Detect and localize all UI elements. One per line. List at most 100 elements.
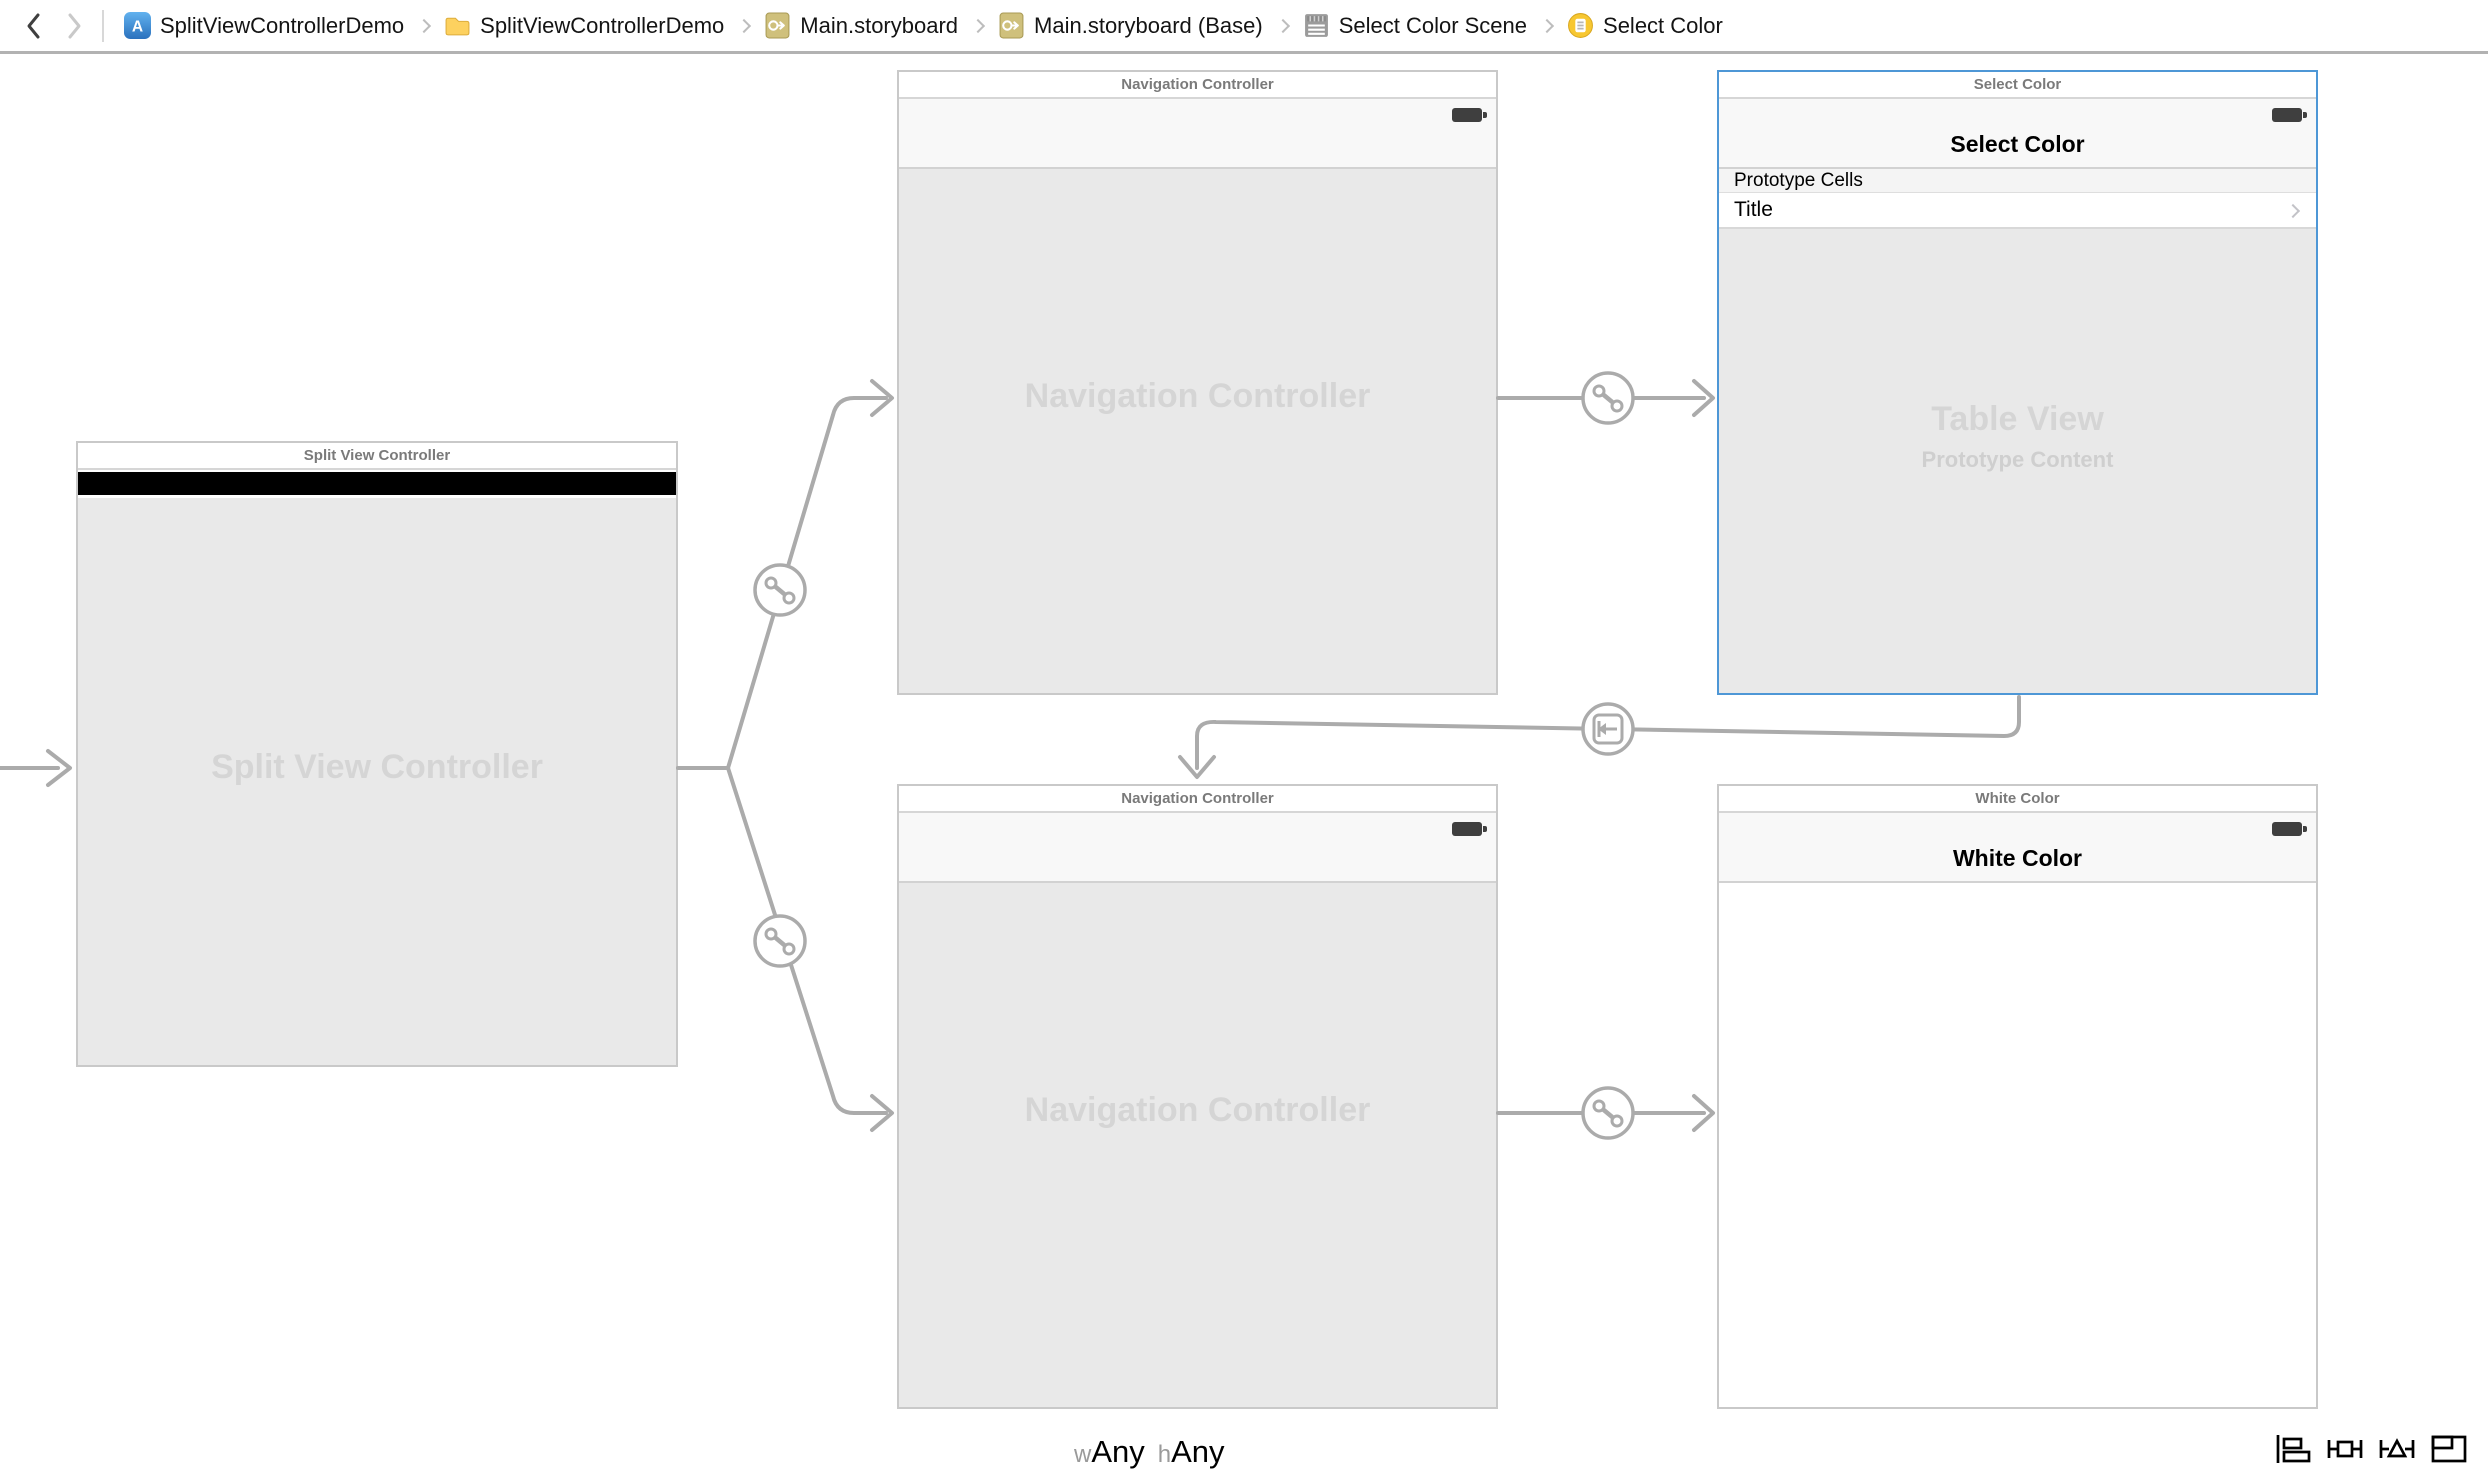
- scene-title: Split View Controller: [304, 447, 450, 464]
- scene-title: White Color: [1975, 790, 2059, 807]
- split-view-watermark: Split View Controller: [211, 748, 543, 787]
- storyboard-file-icon: [998, 12, 1025, 39]
- table-view-watermark-subtitle: Prototype Content: [1922, 447, 2114, 473]
- arrowhead-icon: [1694, 1096, 1713, 1130]
- cell-label: Title: [1734, 198, 1773, 221]
- table-view-canvas[interactable]: Select Color Prototype Cells Title Table…: [1719, 99, 2316, 693]
- nav-controller-watermark: Navigation Controller: [1025, 1091, 1371, 1130]
- scene-title: Select Color: [1974, 76, 2062, 93]
- relationship-segue-badge[interactable]: [1583, 373, 1633, 423]
- scene-icon: [1303, 12, 1330, 39]
- replace-segue-badge[interactable]: [1583, 704, 1633, 754]
- arrowhead-icon: [1694, 381, 1713, 415]
- prototype-cell-title[interactable]: Title: [1719, 193, 2316, 229]
- relationship-segue-badge[interactable]: [755, 565, 805, 615]
- nav-bar-title: Select Color: [1719, 131, 2316, 158]
- breadcrumb-label: SplitViewControllerDemo: [160, 13, 404, 39]
- height-class-key: h: [1158, 1441, 1171, 1469]
- relationship-segue-badge[interactable]: [755, 916, 805, 966]
- scene-title-bar[interactable]: Split View Controller: [78, 443, 676, 470]
- arrowhead-icon: [872, 381, 892, 415]
- segue-split-to-top-nav[interactable]: [678, 398, 886, 768]
- nav-controller-watermark: Navigation Controller: [1025, 377, 1371, 416]
- scene-navigation-controller-bottom[interactable]: Navigation Controller Navigation Control…: [897, 784, 1498, 1409]
- breadcrumb-label: Select Color: [1603, 13, 1723, 39]
- scene-select-color[interactable]: Select Color Select Color Prototype Cell…: [1717, 70, 2318, 695]
- align-button[interactable]: [2272, 1430, 2314, 1468]
- split-view-black-bar: [78, 472, 676, 495]
- navigation-bar: White Color: [1719, 813, 2316, 883]
- breadcrumb-item-storyboard-base[interactable]: Main.storyboard (Base): [998, 12, 1263, 39]
- relationship-segue-badge[interactable]: [1583, 1088, 1633, 1138]
- breadcrumb: A SplitViewControllerDemo SplitViewContr…: [124, 12, 1723, 39]
- scene-title-bar[interactable]: Navigation Controller: [899, 786, 1496, 813]
- resizing-behavior-icon: [2430, 1432, 2468, 1466]
- navigation-bar: Select Color: [1719, 99, 2316, 169]
- view-controller-icon: [1567, 12, 1594, 39]
- breadcrumb-separator-icon: [971, 18, 985, 32]
- scene-title-bar[interactable]: Select Color: [1719, 72, 2316, 99]
- breadcrumb-label: Select Color Scene: [1339, 13, 1527, 39]
- nav-bar-title: White Color: [1719, 845, 2316, 872]
- back-button[interactable]: [14, 6, 54, 46]
- scene-split-view-controller[interactable]: Split View Controller Split View Control…: [76, 441, 678, 1067]
- breadcrumb-label: Main.storyboard (Base): [1034, 13, 1263, 39]
- split-view-canvas[interactable]: Split View Controller: [78, 470, 676, 1065]
- breadcrumb-separator-icon: [737, 18, 751, 32]
- height-class-value: Any: [1171, 1434, 1224, 1470]
- xcode-project-icon: A: [124, 12, 151, 39]
- battery-icon: [2272, 108, 2302, 122]
- segue-select-color-to-bottom-nav[interactable]: [1197, 697, 2019, 768]
- arrowhead-icon: [48, 751, 70, 785]
- table-view-watermark-title: Table View: [1922, 400, 2114, 439]
- breadcrumb-separator-icon: [1540, 18, 1554, 32]
- disclosure-chevron-icon: [2286, 204, 2300, 218]
- breadcrumb-separator-icon: [1276, 18, 1290, 32]
- breadcrumb-label: SplitViewControllerDemo: [480, 13, 724, 39]
- arrowhead-icon: [872, 1096, 892, 1130]
- jump-bar-divider: [102, 10, 104, 42]
- chevron-left-icon: [24, 11, 44, 41]
- resolve-auto-layout-icon: [2378, 1432, 2416, 1466]
- align-icon: [2274, 1432, 2312, 1466]
- navigation-bar: [899, 813, 1496, 883]
- size-class-control[interactable]: w Any h Any: [1074, 1434, 1225, 1470]
- nav-controller-canvas[interactable]: Navigation Controller: [899, 99, 1496, 693]
- forward-button[interactable]: [54, 6, 94, 46]
- scene-title-bar[interactable]: Navigation Controller: [899, 72, 1496, 99]
- chevron-right-icon: [64, 11, 84, 41]
- breadcrumb-item-view-controller[interactable]: Select Color: [1567, 12, 1723, 39]
- table-view-watermark: Table View Prototype Content: [1922, 400, 2114, 473]
- battery-icon: [2272, 822, 2302, 836]
- history-nav: [14, 6, 94, 46]
- width-class-key: w: [1074, 1441, 1091, 1469]
- battery-icon: [1452, 108, 1482, 122]
- breadcrumb-item-storyboard[interactable]: Main.storyboard: [764, 12, 958, 39]
- auto-layout-toolbar: [2262, 1430, 2470, 1468]
- battery-icon: [1452, 822, 1482, 836]
- scene-title: Navigation Controller: [1121, 76, 1274, 93]
- breadcrumb-separator-icon: [417, 18, 431, 32]
- folder-icon: [444, 12, 471, 39]
- scene-white-color[interactable]: White Color White Color: [1717, 784, 2318, 1409]
- navigation-bar: [899, 99, 1496, 169]
- pin-button[interactable]: [2324, 1430, 2366, 1468]
- resizing-behavior-button[interactable]: [2428, 1430, 2470, 1468]
- scene-title: Navigation Controller: [1121, 790, 1274, 807]
- breadcrumb-item-group[interactable]: SplitViewControllerDemo: [444, 12, 724, 39]
- nav-controller-canvas[interactable]: Navigation Controller: [899, 813, 1496, 1407]
- scene-navigation-controller-top[interactable]: Navigation Controller Navigation Control…: [897, 70, 1498, 695]
- white-color-canvas[interactable]: White Color: [1719, 813, 2316, 1407]
- storyboard-file-icon: [764, 12, 791, 39]
- breadcrumb-item-scene[interactable]: Select Color Scene: [1303, 12, 1527, 39]
- jump-bar: A SplitViewControllerDemo SplitViewContr…: [0, 0, 2488, 54]
- breadcrumb-label: Main.storyboard: [800, 13, 958, 39]
- resolve-auto-layout-issues-button[interactable]: [2376, 1430, 2418, 1468]
- segue-split-to-bottom-nav[interactable]: [678, 768, 886, 1113]
- breadcrumb-item-project[interactable]: A SplitViewControllerDemo: [124, 12, 404, 39]
- scene-title-bar[interactable]: White Color: [1719, 786, 2316, 813]
- svg-text:A: A: [132, 19, 143, 36]
- prototype-cells-section-header: Prototype Cells: [1719, 169, 2316, 193]
- pin-constraints-icon: [2326, 1432, 2364, 1466]
- width-class-value: Any: [1091, 1434, 1144, 1470]
